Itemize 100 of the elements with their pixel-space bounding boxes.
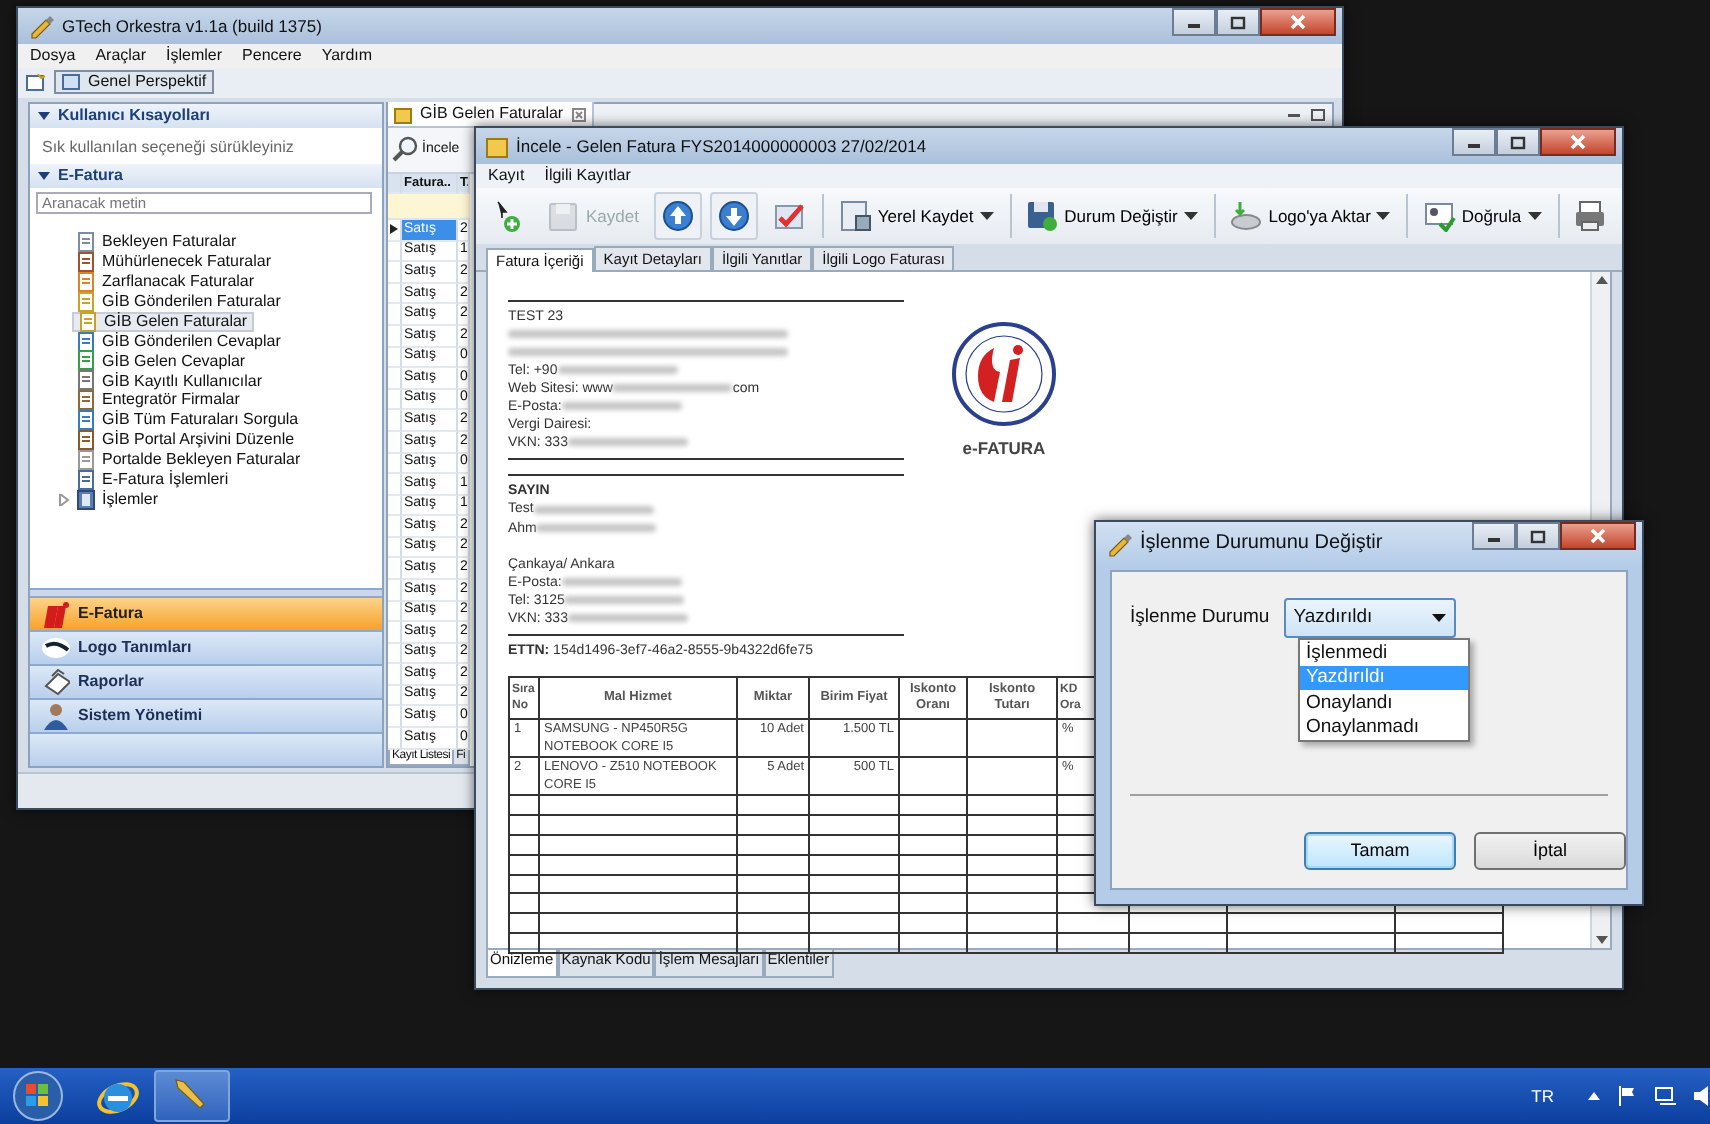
menu-item[interactable]: Yardım bbox=[321, 46, 373, 66]
tree-item[interactable]: E-Fatura İşlemleri bbox=[72, 469, 233, 490]
tree-item[interactable]: GİB Gönderilen Faturalar bbox=[72, 291, 285, 312]
section-header[interactable]: E-Fatura bbox=[30, 164, 382, 189]
tree-item[interactable]: GİB Tüm Faturaları Sorgula bbox=[72, 410, 303, 431]
menu-item[interactable]: İşlemler bbox=[166, 46, 223, 66]
dropdown-option[interactable]: İşlenmedi bbox=[1300, 640, 1468, 665]
field-label: İşlenme Durumu bbox=[1130, 606, 1270, 630]
document-icon bbox=[76, 331, 96, 352]
folder-icon bbox=[486, 135, 508, 157]
row-pointer-icon bbox=[390, 224, 398, 235]
menu-item[interactable]: Pencere bbox=[242, 46, 302, 66]
panel-tab[interactable]: GİB Gelen Faturalar bbox=[388, 102, 594, 127]
close-button[interactable] bbox=[1540, 128, 1616, 156]
up-arrow-icon[interactable] bbox=[1588, 1092, 1600, 1100]
dropdown-button[interactable]: Doğrula bbox=[1415, 195, 1550, 236]
network-icon[interactable] bbox=[1654, 1086, 1676, 1106]
e-fatura-logo bbox=[950, 319, 1058, 428]
tree-item[interactable]: GİB Gelen Faturalar bbox=[72, 311, 254, 332]
add-icon bbox=[492, 199, 524, 232]
toolbar-button[interactable] bbox=[654, 191, 703, 240]
tree-item[interactable]: GİB Portal Arşivini Düzenle bbox=[72, 430, 299, 450]
caret-icon bbox=[1527, 211, 1542, 220]
printer-icon bbox=[1574, 199, 1607, 232]
maximize-icon bbox=[1530, 529, 1546, 543]
caret-icon bbox=[1431, 614, 1446, 622]
maximize-icon bbox=[1510, 135, 1526, 149]
maximize-button[interactable] bbox=[1216, 8, 1260, 36]
expand-icon[interactable] bbox=[58, 493, 70, 506]
dropdown-option[interactable]: Onaylandı bbox=[1300, 690, 1468, 715]
taskbar-app-button[interactable] bbox=[154, 1070, 230, 1122]
check-icon bbox=[774, 199, 807, 232]
maximize-button[interactable] bbox=[1516, 522, 1560, 550]
menu-item[interactable]: İlgili Kayıtlar bbox=[544, 166, 631, 186]
toolbar-button[interactable] bbox=[710, 191, 759, 240]
caret-icon bbox=[1376, 211, 1391, 220]
nav-button[interactable]: Logo Tanımları bbox=[30, 630, 382, 664]
maximize-icon bbox=[1230, 15, 1246, 29]
maximize-button[interactable] bbox=[1496, 128, 1540, 156]
scroll-down-icon[interactable] bbox=[1592, 932, 1612, 948]
close-icon bbox=[1590, 528, 1606, 544]
close-icon[interactable] bbox=[571, 107, 586, 122]
redacted-text bbox=[567, 614, 688, 623]
redacted-text bbox=[561, 577, 682, 586]
start-button[interactable] bbox=[12, 1070, 64, 1122]
nav-button[interactable]: Raporlar bbox=[30, 664, 382, 698]
dropdown-button[interactable]: Yerel Kaydet bbox=[831, 195, 1002, 236]
tree-item[interactable]: Portalde Bekleyen Faturalar bbox=[72, 449, 305, 470]
tree-item[interactable]: GİB Gelen Cevaplar bbox=[72, 351, 250, 371]
tree-item[interactable]: Zarflanacak Faturalar bbox=[72, 271, 259, 292]
redacted-text bbox=[557, 366, 678, 375]
section-header[interactable]: Kullanıcı Kısayolları bbox=[30, 103, 382, 128]
document-icon bbox=[839, 199, 872, 232]
tree-item[interactable]: Bekleyen Faturalar bbox=[72, 232, 241, 253]
minimize-button[interactable] bbox=[1172, 8, 1216, 36]
nav-button[interactable]: E-Fatura bbox=[30, 596, 382, 630]
dialog-button[interactable]: İptal bbox=[1474, 832, 1626, 870]
speaker-icon[interactable] bbox=[1694, 1086, 1710, 1106]
tree-item[interactable]: GİB Kayıtlı Kullanıcılar bbox=[72, 370, 267, 391]
redacted-text bbox=[567, 438, 688, 447]
dropdown-button[interactable]: Durum Değiştir bbox=[1018, 195, 1206, 236]
logo-icon bbox=[42, 600, 70, 628]
window-title: GTech Orkestra v1.1a (build 1375) bbox=[62, 15, 322, 37]
collapse-icon[interactable] bbox=[38, 170, 50, 183]
language-indicator[interactable]: TR bbox=[1531, 1085, 1554, 1107]
document-icon bbox=[76, 390, 96, 411]
scroll-up-icon[interactable] bbox=[1592, 271, 1612, 288]
tree-item[interactable]: GİB Gönderilen Cevaplar bbox=[72, 331, 285, 352]
dialog-button[interactable]: Tamam bbox=[1304, 832, 1456, 870]
maximize-icon[interactable] bbox=[1310, 107, 1326, 122]
dropdown-field[interactable]: Yazdırıldı bbox=[1283, 598, 1456, 638]
perspective-button[interactable]: Genel Perspektif bbox=[54, 70, 215, 95]
dropdown-button[interactable]: Logo'ya Aktar bbox=[1222, 195, 1399, 236]
close-icon bbox=[1570, 134, 1586, 150]
filter-row[interactable] bbox=[388, 194, 470, 221]
close-button[interactable] bbox=[1260, 8, 1336, 36]
dropdown-option[interactable]: Onaylanmadı bbox=[1300, 715, 1468, 740]
tree-item[interactable]: Entegratör Firmalar bbox=[72, 390, 244, 411]
flag-icon[interactable] bbox=[1618, 1086, 1636, 1106]
nav-button[interactable]: Sistem Yönetimi bbox=[30, 698, 382, 732]
splitter-handle[interactable] bbox=[30, 588, 382, 596]
perspective-icon[interactable] bbox=[26, 73, 46, 92]
redacted-text bbox=[612, 384, 733, 393]
collapse-icon[interactable] bbox=[38, 109, 50, 122]
user-icon bbox=[42, 702, 70, 730]
document-icon bbox=[76, 232, 96, 253]
caret-icon bbox=[979, 211, 994, 220]
minimize-button[interactable] bbox=[1452, 128, 1496, 156]
menu-item[interactable]: Kayıt bbox=[488, 166, 525, 186]
minimize-button[interactable] bbox=[1472, 522, 1516, 550]
tree-item[interactable]: İşlemler bbox=[54, 489, 163, 510]
document-icon bbox=[78, 311, 98, 332]
close-button[interactable] bbox=[1560, 522, 1636, 550]
pen-icon bbox=[28, 13, 54, 39]
menu-item[interactable]: Araçlar bbox=[95, 46, 147, 66]
tree-item[interactable]: Mühürlenecek Faturalar bbox=[72, 252, 275, 272]
window-icon bbox=[62, 74, 80, 91]
document-icon bbox=[76, 469, 96, 490]
hint-text: Sık kullanılan seçeneği sürükleyiniz bbox=[40, 135, 296, 160]
menu-item[interactable]: Dosya bbox=[30, 46, 76, 66]
